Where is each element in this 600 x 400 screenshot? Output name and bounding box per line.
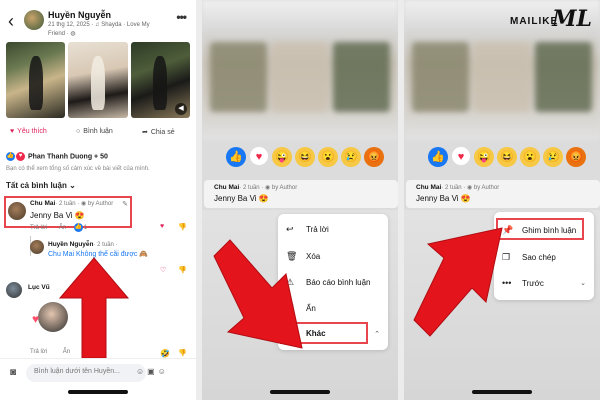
heart-icon[interactable]: ♥ [160,223,164,230]
hearts-icon: ♥ [32,312,40,326]
pin-icon: ✎ [122,201,128,208]
comment-icon: ○ [76,128,81,135]
selected-comment: Chu Mai· 2 tuần · ◉ by Author Jenny Ba V… [204,180,398,208]
comment-button[interactable]: ○ Bình luận [76,128,113,135]
angry-reaction-icon[interactable]: 😡 [566,147,586,167]
reply-author: Huyền Nguyễn· 2 tuần · [48,241,118,248]
angry-reaction-icon[interactable]: 😡 [364,147,384,167]
post-header: ‹ Huyền Nguyễn 21 thg 12, 2025 · ♫ Shayd… [0,8,196,40]
post-date: 21 thg 12, 2025 [48,22,90,28]
comment-text: Jenny Ba Vi 😍 [214,194,269,203]
post-meta: 21 thg 12, 2025 · ♫ Shayda · Love My [48,22,150,28]
author-badge-icon: ◉ [466,185,474,191]
menu-item-copy[interactable]: ❐ Sao chép [502,252,556,263]
composer-tools[interactable]: ☺▣☺ [136,367,169,376]
haha-reaction-icon[interactable]: 😆 [497,147,517,167]
globe-icon: ◍ [70,31,76,37]
mailike-logo-mark: ML [552,6,592,32]
haha-reaction-icon[interactable]: 😆 [295,147,315,167]
dislike-icon[interactable]: 👎 [178,266,187,274]
heart-icon[interactable]: ♡ [160,266,166,274]
menu-item-previous[interactable]: ••• Trước [502,278,544,288]
love-reaction-icon[interactable]: ♥ [451,146,471,166]
home-indicator [68,390,128,394]
camera-icon[interactable]: ◙ [10,367,16,378]
wow-reaction-icon[interactable]: 😮 [520,147,540,167]
reaction-picker: 👍 ♥ 😜 😆 😮 😢 😡 [226,146,387,170]
care-reaction-icon[interactable]: 😜 [474,147,494,167]
context-menu-screen: 👍 ♥ 😜 😆 😮 😢 😡 Chu Mai· 2 tuần · ◉ by Author Je… [202,0,398,400]
comment-author: Chu Mai· 2 tuần · ◉ by Author [214,184,298,191]
post-photo[interactable] [68,42,128,118]
menu-item-pin[interactable]: 📌 Ghim bình luận [502,225,576,236]
reply-avatar[interactable] [30,240,44,254]
comment-text: Jenny Ba Vi 😍 [416,194,471,203]
wow-reaction-icon[interactable]: 😮 [318,147,338,167]
mute-icon[interactable]: ◀ [174,103,187,115]
reactions-summary[interactable]: 👍 ♥ Phan Thanh Duong + 50 [6,152,108,161]
red-arrow-up [58,257,130,359]
like-reaction-icon[interactable]: 👍 [428,147,448,167]
post-photo[interactable] [6,42,66,118]
love-reaction-icon: ♥ [16,152,25,161]
comment-input[interactable]: Bình luận dưới tên Huyền... [26,364,146,382]
sad-reaction-icon[interactable]: 😢 [543,147,563,167]
reactions-note: Bạn có thể xem tổng số cảm xúc về bài vi… [6,166,150,172]
author-badge-icon: ◉ [264,185,272,191]
post-photo[interactable]: ◀ [130,42,190,118]
home-indicator [270,390,330,394]
post-author[interactable]: Huyền Nguyễn [48,10,111,20]
chevron-down-icon: ⌄ [69,181,76,190]
comment-actions: Trả lời Ẩn 👍 1 [30,223,88,232]
reaction-picker: 👍 ♥ 😜 😆 😮 😢 😡 [428,146,589,170]
chevron-up-icon[interactable]: ⌃ [374,330,380,338]
post-audience: Friend · ◍ [48,31,76,37]
post-photos: ◀ [6,42,190,118]
commenter-avatar[interactable] [6,282,22,298]
gif-icon[interactable]: ▣ [147,367,158,376]
more-menu-screen: MAILIKE ML 👍 ♥ 😜 😆 😮 😢 😡 Chu Mai· 2 tuần · ◉ b… [404,0,600,400]
post-screen: ‹ Huyền Nguyễn 21 thg 12, 2025 · ♫ Shayd… [0,0,196,400]
more-options-icon[interactable]: ••• [176,10,187,24]
red-arrow-up-right [413,227,503,337]
love-reaction-icon[interactable]: ♥ [249,146,269,166]
sad-reaction-icon[interactable]: 😢 [341,147,361,167]
chevron-down-icon[interactable]: ⌄ [580,279,586,287]
selected-comment: Chu Mai· 2 tuần · ◉ by Author Jenny Ba V… [406,180,600,208]
like-reaction-icon[interactable]: 👍 [226,147,246,167]
sticker-icon[interactable]: ☺ [136,367,147,376]
like-reaction-icon: 👍 [73,223,83,232]
dislike-icon[interactable]: 👎 [178,349,187,357]
post-actions: ♥ Yêu thích ○ Bình luận ➦ Chia sẻ [10,128,190,142]
comment-author: Chu Mai· 2 tuần · ◉ by Author [30,200,114,207]
share-icon: ➦ [142,129,148,136]
like-button[interactable]: ♥ Yêu thích [10,128,47,135]
emoji-icon[interactable]: ☺ [158,367,169,376]
emoji-icon: 🤣 [160,349,170,358]
red-arrow-down-right [213,239,303,349]
comment-text: Jenny Ba Vi 😍 [30,211,85,220]
comment-filter[interactable]: Tất cả bình luận ⌄ [6,181,76,190]
more-submenu: 📌 Ghim bình luận ❐ Sao chép ••• Trước ⌄ [494,212,594,300]
like-reaction-icon: 👍 [6,152,15,161]
share-button[interactable]: ➦ Chia sẻ [142,128,175,136]
care-reaction-icon[interactable]: 😜 [272,147,292,167]
author-badge-icon: ◉ [80,201,88,207]
mailike-logo: MAILIKE ML [510,6,592,32]
author-avatar[interactable] [24,10,44,30]
comment-composer: ◙ Bình luận dưới tên Huyền... ☺▣☺ [0,358,196,400]
comment-author: Chu Mai· 2 tuần · ◉ by Author [416,184,500,191]
dislike-icon[interactable]: 👎 [178,223,187,231]
back-arrow-icon[interactable]: ‹ [8,12,14,30]
commenter-avatar[interactable] [8,202,26,220]
heart-icon: ♥ [10,128,15,135]
comment-author: Lục Vũ [28,284,50,291]
post-music: Shayda · Love My [101,22,150,28]
home-indicator [472,390,532,394]
